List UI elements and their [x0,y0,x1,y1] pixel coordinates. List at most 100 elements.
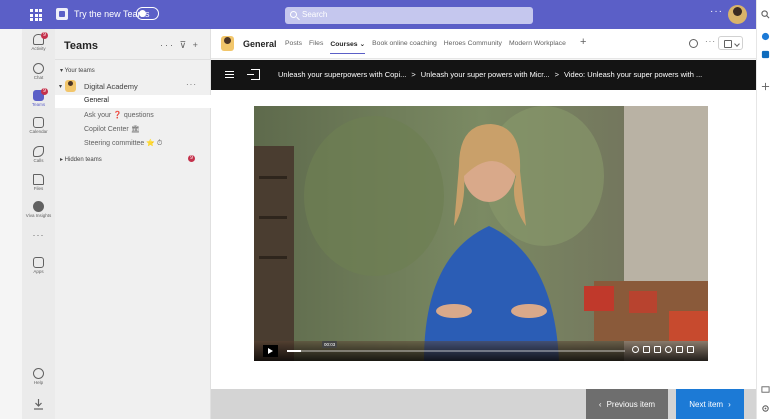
try-new-teams-toggle[interactable] [136,7,159,20]
channel-label: Steering committee ⭐ ⏱ [84,140,163,147]
insights-icon [33,201,44,212]
teams-logo-icon [56,8,68,20]
channel-tabs: Posts Files Courses ⌄ Book online coachi… [285,40,566,54]
download-button[interactable] [22,395,55,419]
copilot-app-icon[interactable] [761,32,770,41]
chevron-down-icon: ▾ [59,84,63,90]
hidden-teams-header[interactable]: ▸ Hidden teams [60,156,102,163]
breadcrumb-item[interactable]: Unleash your superpowers with Copi... [278,70,406,79]
app-launcher-icon[interactable] [30,9,42,21]
rail-item-files[interactable]: Files [22,171,55,199]
panel-actions[interactable]: ··· ⊽ + [160,40,200,51]
breadcrumb: Unleash your superpowers with Copi... > … [278,70,702,79]
channel-copilot-center[interactable]: Copilot Center 🏛 [55,123,211,136]
calendar-icon [33,117,44,128]
outlook-app-icon[interactable] [761,50,770,59]
breadcrumb-separator: > [554,70,559,79]
header-more-button[interactable]: ··· [705,37,716,46]
video-frame [254,106,708,361]
teams-list-panel: Teams ··· ⊽ + ▾ Your teams ▾ Digital Aca… [55,29,211,419]
tab-book-online-coaching[interactable]: Book online coaching [372,40,437,54]
gear-icon[interactable] [761,404,770,413]
channel-steering-committee[interactable]: Steering committee ⭐ ⏱ [55,137,211,150]
user-avatar[interactable] [728,5,747,24]
tab-posts[interactable]: Posts [285,40,302,54]
next-item-button[interactable]: Next item › [676,389,744,419]
phone-icon [33,146,44,157]
team-avatar [221,36,234,51]
previous-item-button[interactable]: ‹ Previous item [586,389,668,419]
settings-more-button[interactable]: ··· [710,6,723,17]
play-button[interactable] [263,345,278,357]
rail-item-activity[interactable]: Activity 9 [22,31,55,59]
conversation-icon[interactable] [689,39,698,48]
channel-general[interactable]: General [55,95,211,108]
tab-modern-workplace[interactable]: Modern Workplace [509,40,566,54]
seek-progress [287,350,301,352]
search-box[interactable]: Search [285,7,533,24]
team-name: Digital Academy [84,82,138,91]
app-rail: Activity 9 Chat Teams 9 Calendar Calls F… [22,29,55,419]
menu-icon[interactable] [225,71,234,78]
course-content: 00:03 [211,90,756,389]
breadcrumb-item: Video: Unleash your super powers with ..… [564,70,703,79]
rail-item-viva-insights[interactable]: Viva Insights [22,198,55,226]
seek-bar[interactable]: 00:03 [287,341,625,352]
video-controls: 00:03 [254,341,708,361]
team-avatar [65,80,76,92]
help-icon [33,368,44,379]
previous-item-label: Previous item [606,399,656,409]
add-app-icon[interactable] [761,82,770,91]
exit-icon[interactable] [247,69,260,80]
channel-label: General [84,97,109,104]
chat-icon [33,63,44,74]
download-icon [34,399,43,410]
captions-icon[interactable] [643,346,650,353]
notification-badge: 9 [41,32,48,39]
channel-ask-questions[interactable]: Ask your ❓ questions [55,109,211,122]
rail-item-calendar[interactable]: Calendar [22,114,55,142]
search-icon[interactable] [761,10,770,19]
next-item-label: Next item [689,399,724,409]
your-teams-header[interactable]: ▾ Your teams [60,67,95,74]
current-time: 00:03 [322,341,338,348]
video-player[interactable]: 00:03 [254,106,708,361]
rail-label: Teams [31,102,46,107]
fullscreen-icon[interactable] [687,346,694,353]
rail-label: Calls [33,158,44,163]
file-icon [33,174,44,185]
more-apps-button[interactable]: ··· [22,230,55,240]
search-placeholder: Search [302,10,328,19]
rail-label: Help [33,380,44,385]
rail-label: Chat [33,75,44,80]
channel-title: General [243,39,277,49]
rail-item-calls[interactable]: Calls [22,143,55,171]
tab-files[interactable]: Files [309,40,323,54]
rail-label: Apps [33,269,44,274]
rail-item-apps[interactable]: Apps [22,254,55,282]
tab-courses[interactable]: Courses ⌄ [330,40,366,54]
hidden-teams-badge: 9 [188,155,195,162]
rail-item-teams[interactable]: Teams 9 [22,87,55,115]
rail-label: Activity [31,46,46,51]
rail-label: Calendar [29,129,48,134]
settings-icon[interactable] [665,346,672,353]
rail-item-help[interactable]: Help [22,365,55,393]
volume-icon[interactable] [632,346,639,353]
meet-button[interactable] [718,36,743,50]
tab-heroes-community[interactable]: Heroes Community [444,40,502,54]
right-app-strip [756,0,773,419]
transcript-icon[interactable] [654,346,661,353]
channel-label: Ask your ❓ questions [84,112,154,119]
panel-icon[interactable] [761,385,770,394]
picture-in-picture-icon[interactable] [676,346,683,353]
apps-grid-icon [33,257,44,268]
team-more-button[interactable]: ··· [186,80,197,89]
add-tab-button[interactable]: + [580,36,586,48]
breadcrumb-item[interactable]: Unleash your super powers with Micr... [421,70,550,79]
rail-item-chat[interactable]: Chat [22,60,55,88]
course-navigation-bar: Unleash your superpowers with Copi... > … [211,60,756,90]
team-digital-academy[interactable]: ▾ Digital Academy ··· [55,79,211,94]
rail-label: Files [33,186,44,191]
video-control-icons [632,346,694,353]
